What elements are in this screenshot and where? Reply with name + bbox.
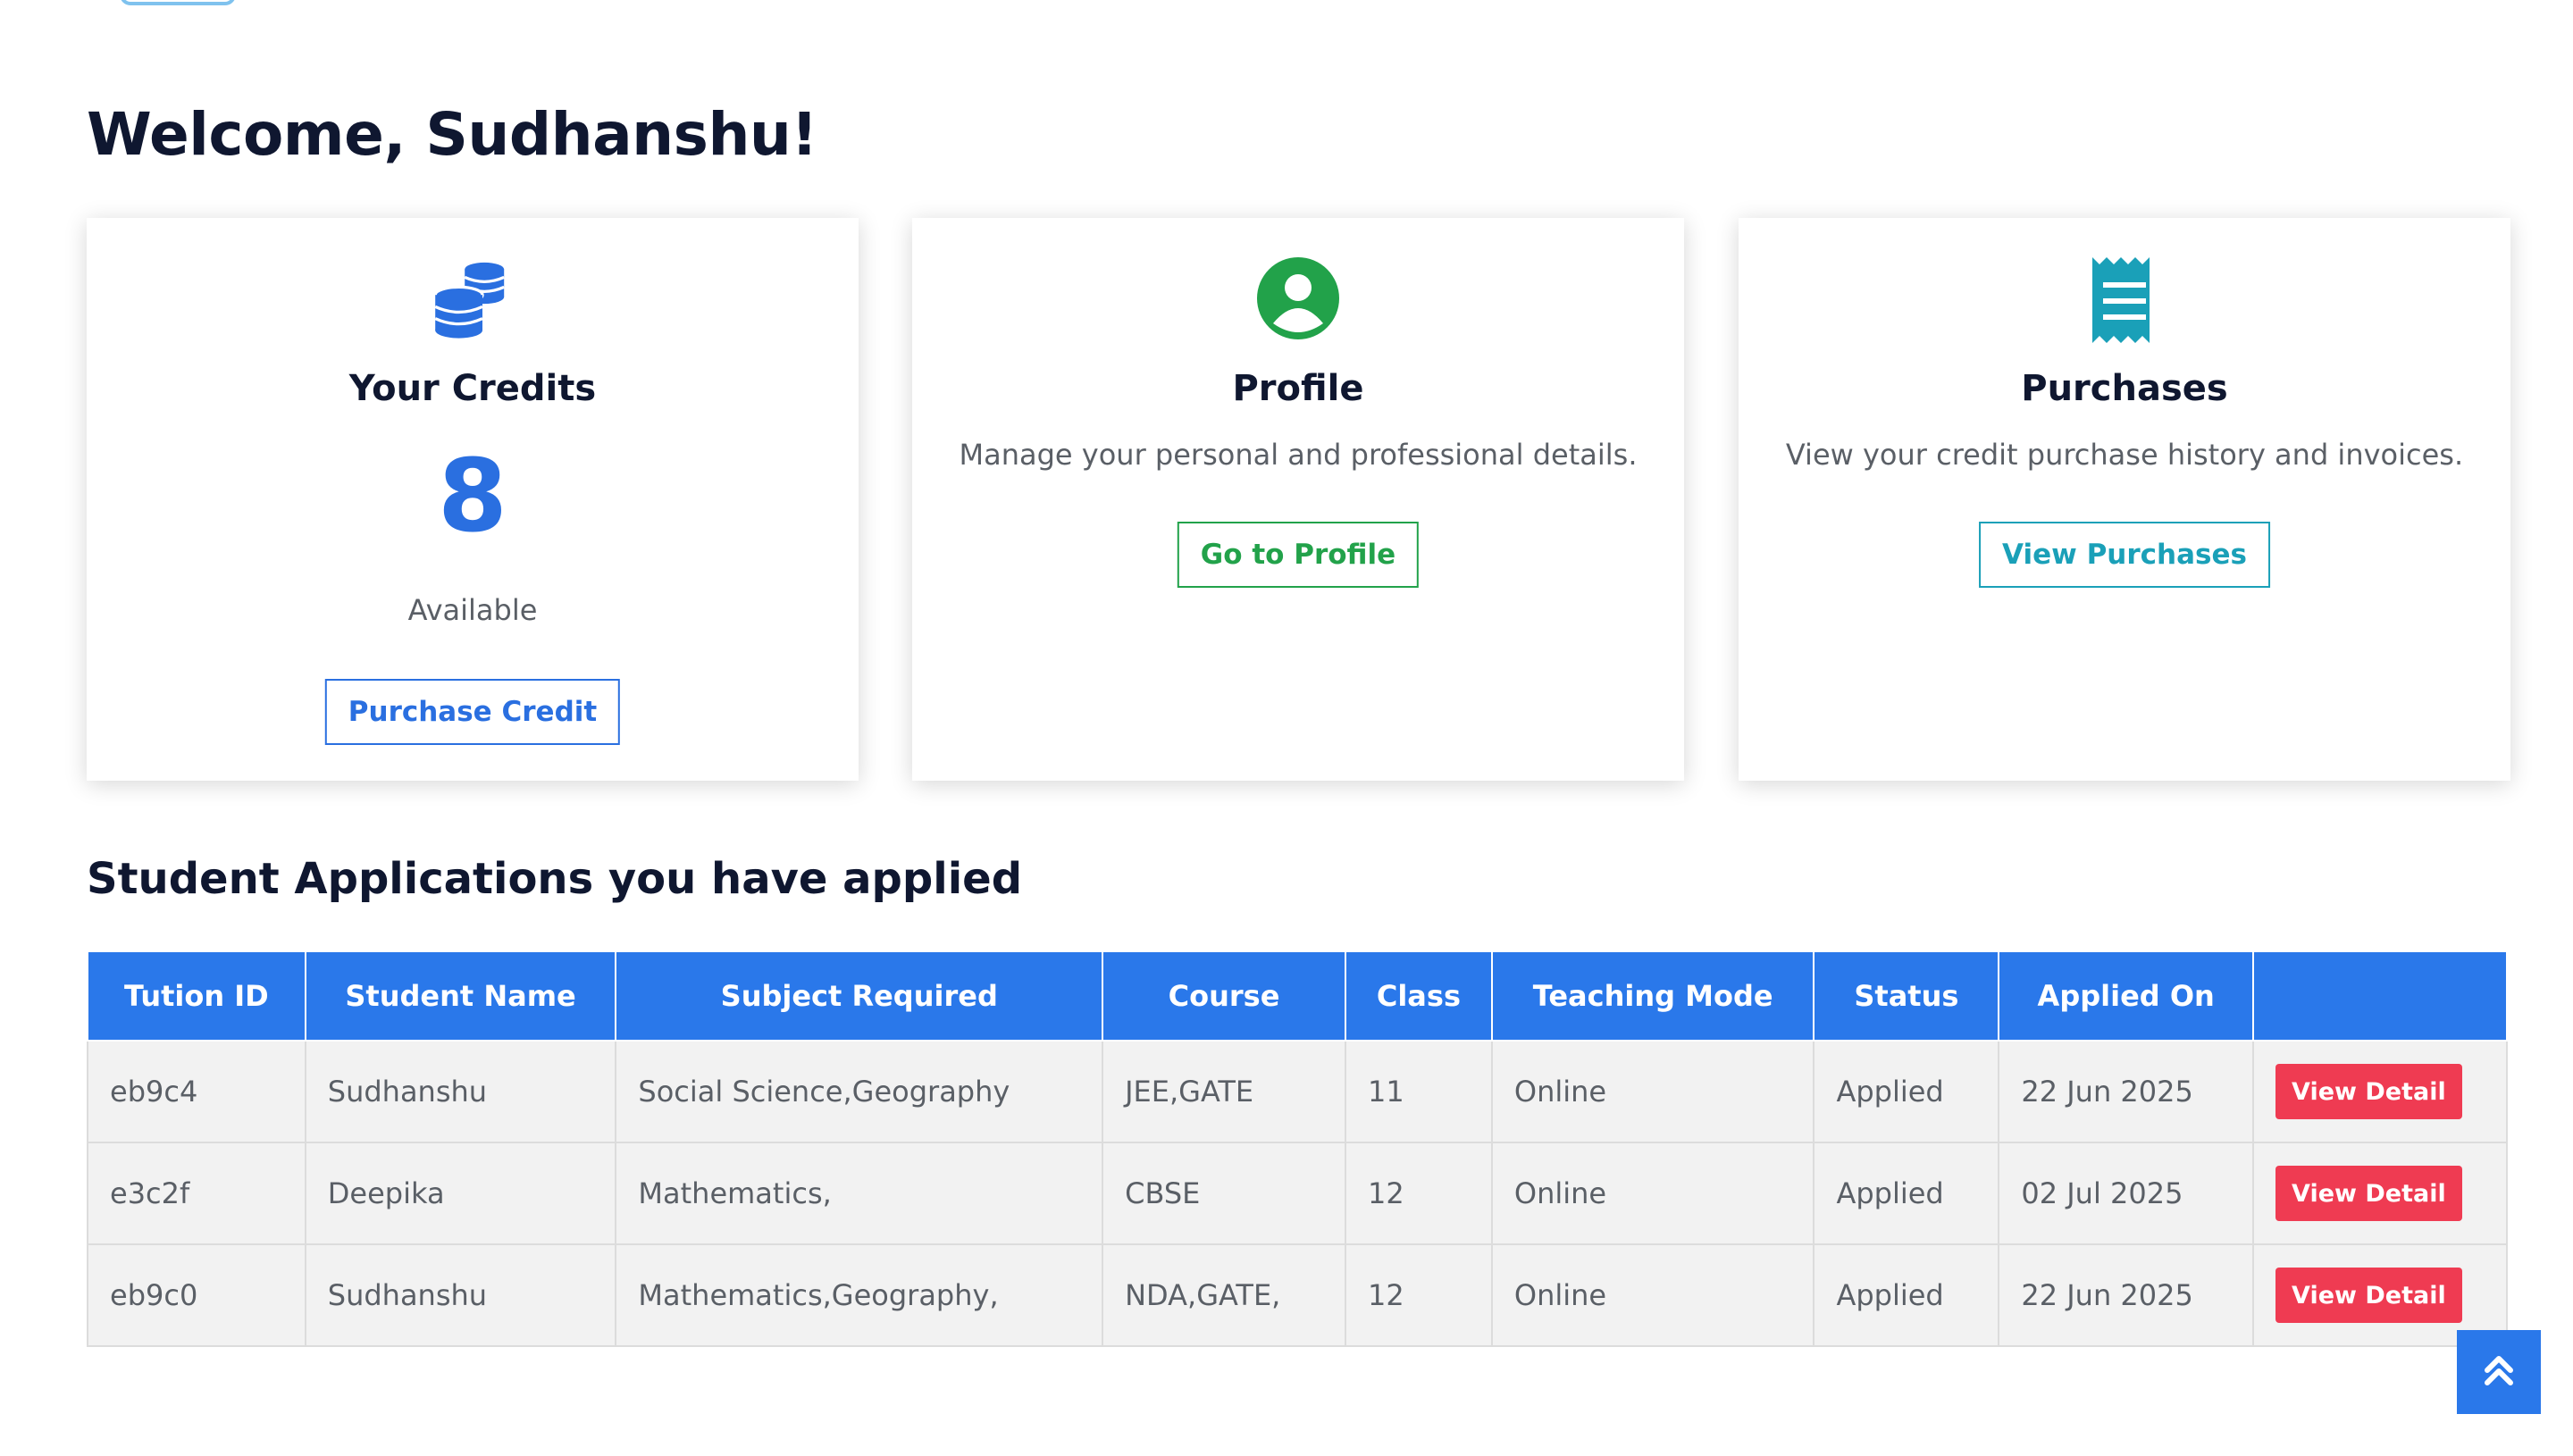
user-circle-icon: [1253, 254, 1343, 347]
cell-student-name: Sudhanshu: [304, 1040, 617, 1143]
page-title: Welcome, Sudhanshu!: [87, 100, 818, 169]
coins-icon: [423, 254, 522, 356]
scroll-to-top-button[interactable]: [2457, 1330, 2541, 1414]
credits-value: 8: [438, 439, 507, 555]
table-row: eb9c4 Sudhanshu Social Science,Geography…: [87, 1040, 2508, 1143]
cell-subject: Mathematics,: [615, 1142, 1104, 1245]
cell-student-name: Sudhanshu: [304, 1243, 617, 1347]
column-header: Tution ID: [87, 950, 306, 1042]
cell-action: View Detail: [2252, 1040, 2508, 1143]
credits-available-label: Available: [407, 593, 538, 627]
cell-subject: Mathematics,Geography,: [615, 1243, 1104, 1347]
purchases-card: Purchases View your credit purchase hist…: [1739, 218, 2510, 781]
cell-teaching-mode: Online: [1490, 1040, 1815, 1143]
cell-applied-on: 22 Jun 2025: [1998, 1040, 2255, 1143]
cell-tution-id: eb9c4: [87, 1040, 306, 1143]
purchases-description: View your credit purchase history and in…: [1785, 438, 2464, 472]
cell-tution-id: eb9c0: [87, 1243, 306, 1347]
column-header: Class: [1344, 950, 1493, 1042]
cell-class: 12: [1344, 1142, 1493, 1245]
cell-teaching-mode: Online: [1490, 1243, 1815, 1347]
cell-action: View Detail: [2252, 1142, 2508, 1245]
cell-tution-id: e3c2f: [87, 1142, 306, 1245]
table-row: e3c2f Deepika Mathematics, CBSE 12 Onlin…: [87, 1142, 2508, 1245]
profile-title: Profile: [1232, 368, 1364, 409]
view-purchases-button[interactable]: View Purchases: [1979, 522, 2270, 588]
header-button-remnant[interactable]: [120, 0, 236, 5]
view-detail-button[interactable]: View Detail: [2275, 1268, 2462, 1323]
purchase-credit-button[interactable]: Purchase Credit: [324, 679, 621, 745]
profile-card: Profile Manage your personal and profess…: [912, 218, 1684, 781]
view-detail-button[interactable]: View Detail: [2275, 1064, 2462, 1119]
cell-status: Applied: [1813, 1040, 2000, 1143]
cell-teaching-mode: Online: [1490, 1142, 1815, 1245]
purchases-title: Purchases: [2021, 368, 2228, 409]
table-header-row: Tution ID Student Name Subject Required …: [87, 950, 2508, 1042]
profile-description: Manage your personal and professional de…: [959, 438, 1638, 472]
applications-table: Tution ID Student Name Subject Required …: [87, 950, 2508, 1347]
column-header: Course: [1102, 950, 1346, 1042]
column-header: Applied On: [1998, 950, 2255, 1042]
cell-status: Applied: [1813, 1243, 2000, 1347]
cell-class: 12: [1344, 1243, 1493, 1347]
credits-title: Your Credits: [348, 368, 597, 409]
cell-applied-on: 22 Jun 2025: [1998, 1243, 2255, 1347]
receipt-icon: [2089, 254, 2160, 350]
table-row: eb9c0 Sudhanshu Mathematics,Geography, N…: [87, 1243, 2508, 1347]
column-header: Status: [1813, 950, 2000, 1042]
cell-subject: Social Science,Geography: [615, 1040, 1104, 1143]
column-header: Student Name: [304, 950, 617, 1042]
applications-title: Student Applications you have applied: [87, 854, 1023, 904]
cell-class: 11: [1344, 1040, 1493, 1143]
double-chevron-up-icon: [2484, 1352, 2514, 1392]
go-to-profile-button[interactable]: Go to Profile: [1177, 522, 1420, 588]
cell-course: CBSE: [1102, 1142, 1346, 1245]
cell-student-name: Deepika: [304, 1142, 617, 1245]
cell-course: NDA,GATE,: [1102, 1243, 1346, 1347]
credits-card: Your Credits 8 Available Purchase Credit: [87, 218, 859, 781]
view-detail-button[interactable]: View Detail: [2275, 1166, 2462, 1221]
column-header: Subject Required: [615, 950, 1104, 1042]
cell-applied-on: 02 Jul 2025: [1998, 1142, 2255, 1245]
cell-status: Applied: [1813, 1142, 2000, 1245]
column-header: Teaching Mode: [1490, 950, 1815, 1042]
column-header: [2252, 950, 2508, 1042]
cell-course: JEE,GATE: [1102, 1040, 1346, 1143]
